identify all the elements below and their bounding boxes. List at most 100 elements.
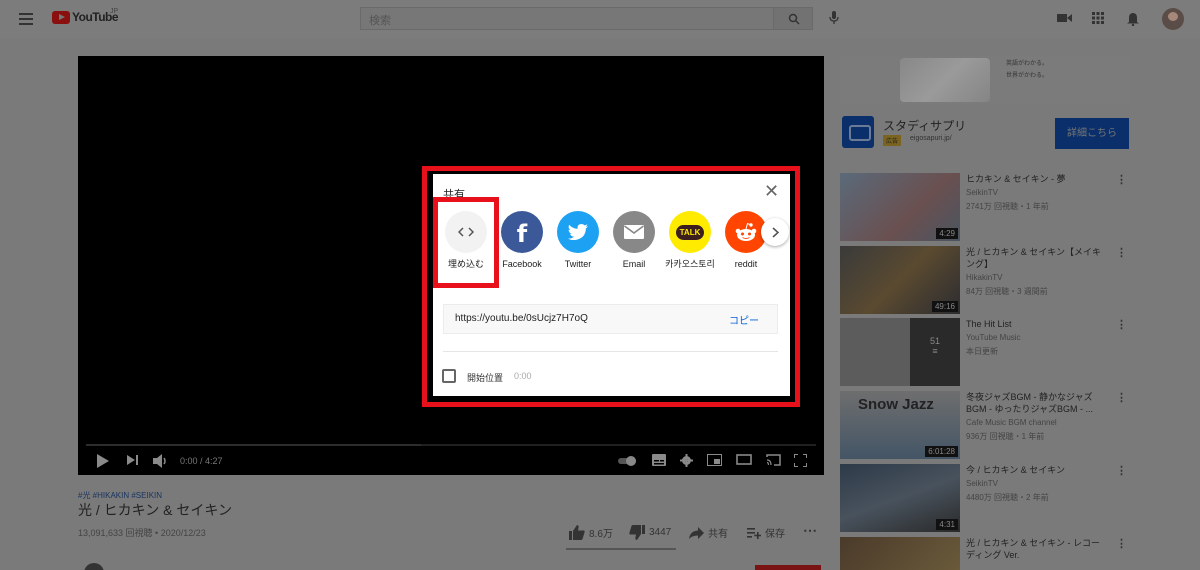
rec-stats: 936万 回視聴・1 年前 <box>966 432 1045 441</box>
chevron-right-icon <box>771 226 779 238</box>
video-thumbnail[interactable]: 4:31 <box>840 464 960 532</box>
share-twitter[interactable]: Twitter <box>548 211 608 270</box>
account-avatar[interactable] <box>1162 8 1184 30</box>
ad-title[interactable]: スタディサプリ <box>883 117 966 134</box>
facebook-icon[interactable]: f <box>501 211 543 253</box>
more-options-icon[interactable]: ⋮ <box>1116 537 1127 550</box>
duration-badge: 4:29 <box>936 228 958 239</box>
video-thumbnail[interactable]: Snow Jazz 6:01:28 <box>840 391 960 459</box>
autoplay-toggle-icon[interactable] <box>618 456 638 466</box>
share-label-email: Email <box>622 259 646 269</box>
twitter-icon[interactable] <box>557 211 599 253</box>
ad-banner-line-1: 英語がわかる。 <box>1006 61 1049 67</box>
duration-badge: 49:16 <box>931 301 958 312</box>
dialog-divider <box>443 351 778 352</box>
share-next-button[interactable] <box>761 218 789 246</box>
volume-icon[interactable] <box>153 454 169 468</box>
next-icon[interactable] <box>127 454 139 466</box>
notifications-bell-icon[interactable] <box>1127 12 1139 26</box>
time-display: 0:00 / 4:27 <box>180 456 223 466</box>
video-thumbnail[interactable]: 4:29 <box>840 173 960 241</box>
share-label-twitter: Twitter <box>564 259 592 269</box>
view-count-date: 13,091,633 回視聴 • 2020/12/23 <box>78 528 206 538</box>
video-thumbnail[interactable] <box>840 537 960 570</box>
rec-title[interactable]: 光 / ヒカキン & セイキン - レコーディング Ver. <box>966 537 1106 561</box>
playlist-icon: ≡ <box>932 346 938 356</box>
apps-grid-icon[interactable] <box>1092 12 1104 24</box>
microphone-icon[interactable] <box>829 11 839 25</box>
menu-icon[interactable] <box>19 13 33 25</box>
share-facebook[interactable]: f Facebook <box>492 211 552 270</box>
like-count: 8.6万 <box>589 529 613 540</box>
video-title: 光 / ヒカキン & セイキン <box>78 502 232 518</box>
create-video-icon[interactable] <box>1057 12 1072 24</box>
more-options-icon[interactable]: ⋮ <box>1116 173 1127 186</box>
start-at-time[interactable]: 0:00 <box>514 371 532 381</box>
thumb-text: Snow Jazz <box>858 396 934 413</box>
start-at-checkbox[interactable] <box>442 369 456 383</box>
like-button[interactable]: 8.6万 <box>569 525 613 540</box>
top-bar: YouTube JP 検索 <box>0 0 1200 38</box>
share-label-reddit: reddit <box>734 259 758 269</box>
share-url-text[interactable]: https://youtu.be/0sUcjz7H7oQ <box>455 313 588 324</box>
search-icon <box>788 13 800 25</box>
more-options-icon[interactable]: ⋮ <box>1116 464 1127 477</box>
duration-badge: 6:01:28 <box>925 446 958 457</box>
save-label: 保存 <box>765 529 785 540</box>
share-email[interactable]: Email <box>604 211 664 270</box>
share-label-kakao: 카카오스토리 <box>665 259 715 269</box>
more-options-icon[interactable]: ⋮ <box>1116 246 1127 259</box>
rec-stats: 本日更新 <box>966 347 998 356</box>
ad-url: eigosapuri.jp/ <box>910 135 952 142</box>
share-button[interactable]: 共有 <box>689 525 728 540</box>
youtube-logo-icon[interactable] <box>52 11 70 24</box>
kakao-icon[interactable]: TALK <box>669 211 711 253</box>
search-button[interactable] <box>773 7 813 30</box>
settings-gear-icon[interactable] <box>680 454 693 467</box>
rec-title[interactable]: 光 / ヒカキン & セイキン【メイキング】 <box>966 246 1106 270</box>
more-options-icon[interactable]: ⋮ <box>1116 391 1127 404</box>
add-to-playlist-icon <box>747 527 761 539</box>
dislike-count: 3447 <box>649 527 672 538</box>
theater-mode-icon[interactable] <box>736 454 752 465</box>
ad-details-button[interactable]: 詳細こちら <box>1055 118 1129 149</box>
playlist-thumbnail[interactable]: 51 ≡ <box>840 318 960 386</box>
more-actions-icon[interactable]: ⋯ <box>803 522 817 539</box>
like-ratio-bar <box>566 548 676 550</box>
kakao-badge: TALK <box>675 224 705 240</box>
rec-channel[interactable]: SeikinTV <box>966 479 998 488</box>
fullscreen-icon[interactable] <box>794 454 807 467</box>
rec-stats: 4480万 回視聴・2 年前 <box>966 493 1049 502</box>
video-thumbnail[interactable]: 49:16 <box>840 246 960 314</box>
copy-button[interactable]: コピー <box>729 312 759 327</box>
ad-banner-image[interactable]: 英語がわかる。 世界がかわる。 <box>840 56 1130 104</box>
progress-bar[interactable] <box>86 444 816 446</box>
rec-channel[interactable]: YouTube Music <box>966 333 1021 342</box>
email-icon[interactable] <box>613 211 655 253</box>
search-input[interactable]: 検索 <box>360 7 774 30</box>
save-button[interactable]: 保存 <box>747 525 785 540</box>
close-icon[interactable]: ✕ <box>764 182 779 200</box>
duration-badge: 4:31 <box>936 519 958 530</box>
rec-title[interactable]: The Hit List <box>966 318 1106 330</box>
rec-title[interactable]: ヒカキン & セイキン - 夢 <box>966 173 1106 185</box>
rec-channel[interactable]: Cafe Music BGM channel <box>966 418 1057 427</box>
ad-logo[interactable] <box>842 116 874 148</box>
rec-title[interactable]: 今 / ヒカキン & セイキン <box>966 464 1106 476</box>
more-options-icon[interactable]: ⋮ <box>1116 318 1127 331</box>
start-at-label: 開始位置 <box>467 373 504 383</box>
cast-icon[interactable] <box>766 454 781 466</box>
buffered-bar <box>86 444 421 446</box>
subtitles-icon[interactable] <box>652 454 666 466</box>
miniplayer-icon[interactable] <box>707 454 722 466</box>
share-kakaostory[interactable]: TALK 카카오스토리 <box>660 211 720 270</box>
playlist-count-overlay: 51 ≡ <box>910 318 960 386</box>
rec-channel[interactable]: SeikinTV <box>966 188 998 197</box>
channel-avatar[interactable] <box>84 563 104 570</box>
rec-title[interactable]: 冬夜ジャズBGM - 静かなジャズBGM - ゆったりジャズBGM - ... <box>966 391 1106 415</box>
play-icon[interactable] <box>97 454 109 468</box>
rec-channel[interactable]: HikakinTV <box>966 273 1002 282</box>
dislike-button[interactable]: 3447 <box>629 525 671 540</box>
subscribe-button[interactable] <box>755 565 821 570</box>
rec-stats: 84万 回視聴・3 週間前 <box>966 287 1048 296</box>
